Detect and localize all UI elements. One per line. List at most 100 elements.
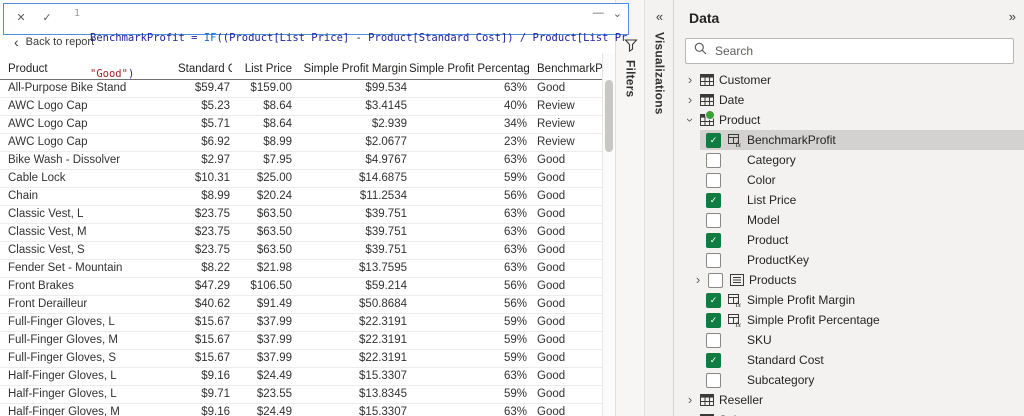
field-standard-cost[interactable]: ✓ Standard Cost [674, 350, 1024, 370]
powerbi-data-view: ✕ ✓ 1 BenchmarkProfit = IF((Product[List… [0, 0, 1024, 416]
discard-formula-button[interactable]: ✕ [14, 11, 28, 24]
table-row[interactable]: Cable Lock $10.31 $25.00 $14.6875 59% Good [0, 170, 602, 188]
cell-list-price: $106.50 [250, 280, 292, 292]
cell-product: AWC Logo Cap [8, 136, 88, 148]
svg-text:fx: fx [736, 140, 742, 147]
field-product[interactable]: ✓ Product [674, 230, 1024, 250]
checkbox-checked[interactable]: ✓ [706, 232, 721, 248]
field-model[interactable]: Model [674, 210, 1024, 230]
field-simple-profit-margin[interactable]: ✓ fx Simple Profit Margin [674, 290, 1024, 310]
cell-simple-profit-margin: $22.3191 [359, 352, 407, 364]
table-row[interactable]: Half-Finger Gloves, M $9.16 $24.49 $15.3307… [0, 404, 602, 416]
checkbox-unchecked[interactable] [708, 272, 723, 288]
field-sku[interactable]: SKU [674, 330, 1024, 350]
table-row[interactable]: Classic Vest, S $23.75 $63.50 $39.751 63% Goo… [0, 242, 602, 260]
checkbox-checked[interactable]: ✓ [706, 312, 721, 328]
table-row[interactable]: Classic Vest, M $23.75 $63.50 $39.751 63% Goo… [0, 224, 602, 242]
cell-standard-cost: $15.67 [194, 316, 230, 328]
formula-bar: ✕ ✓ 1 BenchmarkProfit = IF((Product[List… [3, 3, 629, 80]
cell-simple-profit-margin: $14.6875 [359, 172, 407, 184]
field-benchmarkprofit[interactable]: ✓ fx BenchmarkProfit [674, 130, 1024, 150]
cell-benchmarkprofit: Good [537, 154, 566, 166]
table-row[interactable]: Fender Set - Mountain $8.22 $21.98 $13.7595… [0, 260, 602, 278]
formula-line-1: BenchmarkProfit = IF((Product[List Price… [90, 32, 628, 44]
formula-token-plain: ) [127, 68, 135, 80]
table-row[interactable]: Full-Finger Gloves, S $15.67 $37.99 $22.319… [0, 350, 602, 368]
chevron-collapsed-icon[interactable]: › [684, 93, 696, 106]
cell-simple-profit-margin: $39.751 [365, 226, 407, 238]
commit-formula-button[interactable]: ✓ [40, 11, 54, 24]
checkbox-unchecked[interactable] [706, 332, 721, 348]
cell-benchmarkprofit: Good [537, 298, 566, 310]
field-sales[interactable]: ›Sales [674, 410, 1024, 416]
search-box[interactable] [685, 38, 1014, 64]
field-reseller[interactable]: › Reseller [674, 390, 1024, 410]
cell-simple-profit-percentage: 56% [503, 280, 527, 292]
table-row[interactable]: AWC Logo Cap $5.71 $8.64 $2.939 34% Review [0, 116, 602, 134]
visualizations-pane-label: Visualizations [652, 32, 667, 115]
chevron-collapsed-icon[interactable]: › [684, 393, 696, 406]
table-row[interactable]: Full-Finger Gloves, L $15.67 $37.99 $22.319… [0, 314, 602, 332]
field-customer[interactable]: › Customer [674, 70, 1024, 90]
cell-simple-profit-percentage: 59% [503, 388, 527, 400]
field-date[interactable]: › Date [674, 90, 1024, 110]
checkbox-checked[interactable]: ✓ [706, 352, 721, 368]
cell-product: Half-Finger Gloves, L [8, 370, 117, 382]
cell-product: Fender Set - Mountain [8, 262, 123, 274]
field-productkey[interactable]: ProductKey [674, 250, 1024, 270]
field-product[interactable]: › Product [674, 110, 1024, 130]
table-row[interactable]: Classic Vest, L $23.75 $63.50 $39.751 63% Goo… [0, 206, 602, 224]
cell-simple-profit-percentage: 59% [503, 334, 527, 346]
table-row[interactable]: Front Derailleur $40.62 $91.49 $50.8684 56% G… [0, 296, 602, 314]
formula-bar-expand-icon[interactable]: ⌄ [613, 7, 622, 20]
field-category[interactable]: Category [674, 150, 1024, 170]
checkbox-checked[interactable]: ✓ [706, 292, 721, 308]
formula-bar-controls: — ⌄ [593, 7, 622, 20]
checkbox-unchecked[interactable] [706, 172, 721, 188]
fields-tree: › Customer › Date › Product ✓ fx BenchmarkProfit… [674, 70, 1024, 416]
cell-simple-profit-percentage: 34% [503, 118, 527, 130]
table-row[interactable]: Half-Finger Gloves, L $9.71 $23.55 $13.8345… [0, 386, 602, 404]
visualizations-pane-collapsed[interactable]: « Visualizations [644, 0, 674, 416]
checkbox-unchecked[interactable] [706, 372, 721, 388]
table-row[interactable]: Full-Finger Gloves, M $15.67 $37.99 $22.319… [0, 332, 602, 350]
search-input[interactable] [713, 43, 1005, 59]
formula-bar-minimize-icon[interactable]: — [593, 7, 604, 20]
chevron-expanded-icon[interactable]: › [683, 114, 698, 126]
cell-standard-cost: $40.62 [194, 298, 230, 310]
table-row[interactable]: Half-Finger Gloves, L $9.16 $24.49 $15.3307… [0, 368, 602, 386]
cell-list-price: $24.49 [256, 406, 292, 416]
expand-visualizations-icon[interactable]: « [656, 10, 663, 24]
field-label: Simple Profit Margin [747, 293, 856, 307]
fx-calculation-icon: fx [728, 293, 745, 307]
chevron-collapsed-icon[interactable]: › [684, 73, 696, 86]
checkbox-checked[interactable]: ✓ [706, 132, 721, 148]
data-pane-title: Data [689, 10, 720, 26]
cell-simple-profit-margin: $15.3307 [359, 370, 407, 382]
cell-product: Classic Vest, L [8, 208, 84, 220]
field-list-price[interactable]: ✓ List Price [674, 190, 1024, 210]
table-scrollbar[interactable] [602, 53, 616, 416]
field-label: Standard Cost [747, 353, 824, 367]
cell-simple-profit-percentage: 23% [503, 136, 527, 148]
table-row[interactable]: Front Brakes $47.29 $106.50 $59.214 56% Good [0, 278, 602, 296]
table-row[interactable]: Chain $8.99 $20.24 $11.2534 56% Good [0, 188, 602, 206]
checkbox-unchecked[interactable] [706, 252, 721, 268]
checkbox-checked[interactable]: ✓ [706, 192, 721, 208]
table-row[interactable]: Bike Wash - Dissolver $2.97 $7.95 $4.9767 63… [0, 152, 602, 170]
field-label: ProductKey [747, 253, 810, 267]
field-label: Product [747, 233, 789, 247]
cell-list-price: $7.95 [263, 154, 292, 166]
table-row[interactable]: AWC Logo Cap $6.92 $8.99 $2.0677 23% Review [0, 134, 602, 152]
field-subcategory[interactable]: Subcategory [674, 370, 1024, 390]
checkbox-unchecked[interactable] [706, 152, 721, 168]
field-products[interactable]: › Products [674, 270, 1024, 290]
cell-simple-profit-percentage: 59% [503, 316, 527, 328]
checkbox-unchecked[interactable] [706, 212, 721, 228]
field-color[interactable]: Color [674, 170, 1024, 190]
formula-input[interactable]: BenchmarkProfit = IF((Product[List Price… [80, 4, 628, 104]
cell-list-price: $8.64 [263, 118, 292, 130]
collapse-data-pane-icon[interactable]: » [1009, 9, 1016, 24]
chevron-collapsed-icon[interactable]: › [692, 273, 704, 286]
field-simple-profit-percentage[interactable]: ✓ fx Simple Profit Percentage [674, 310, 1024, 330]
